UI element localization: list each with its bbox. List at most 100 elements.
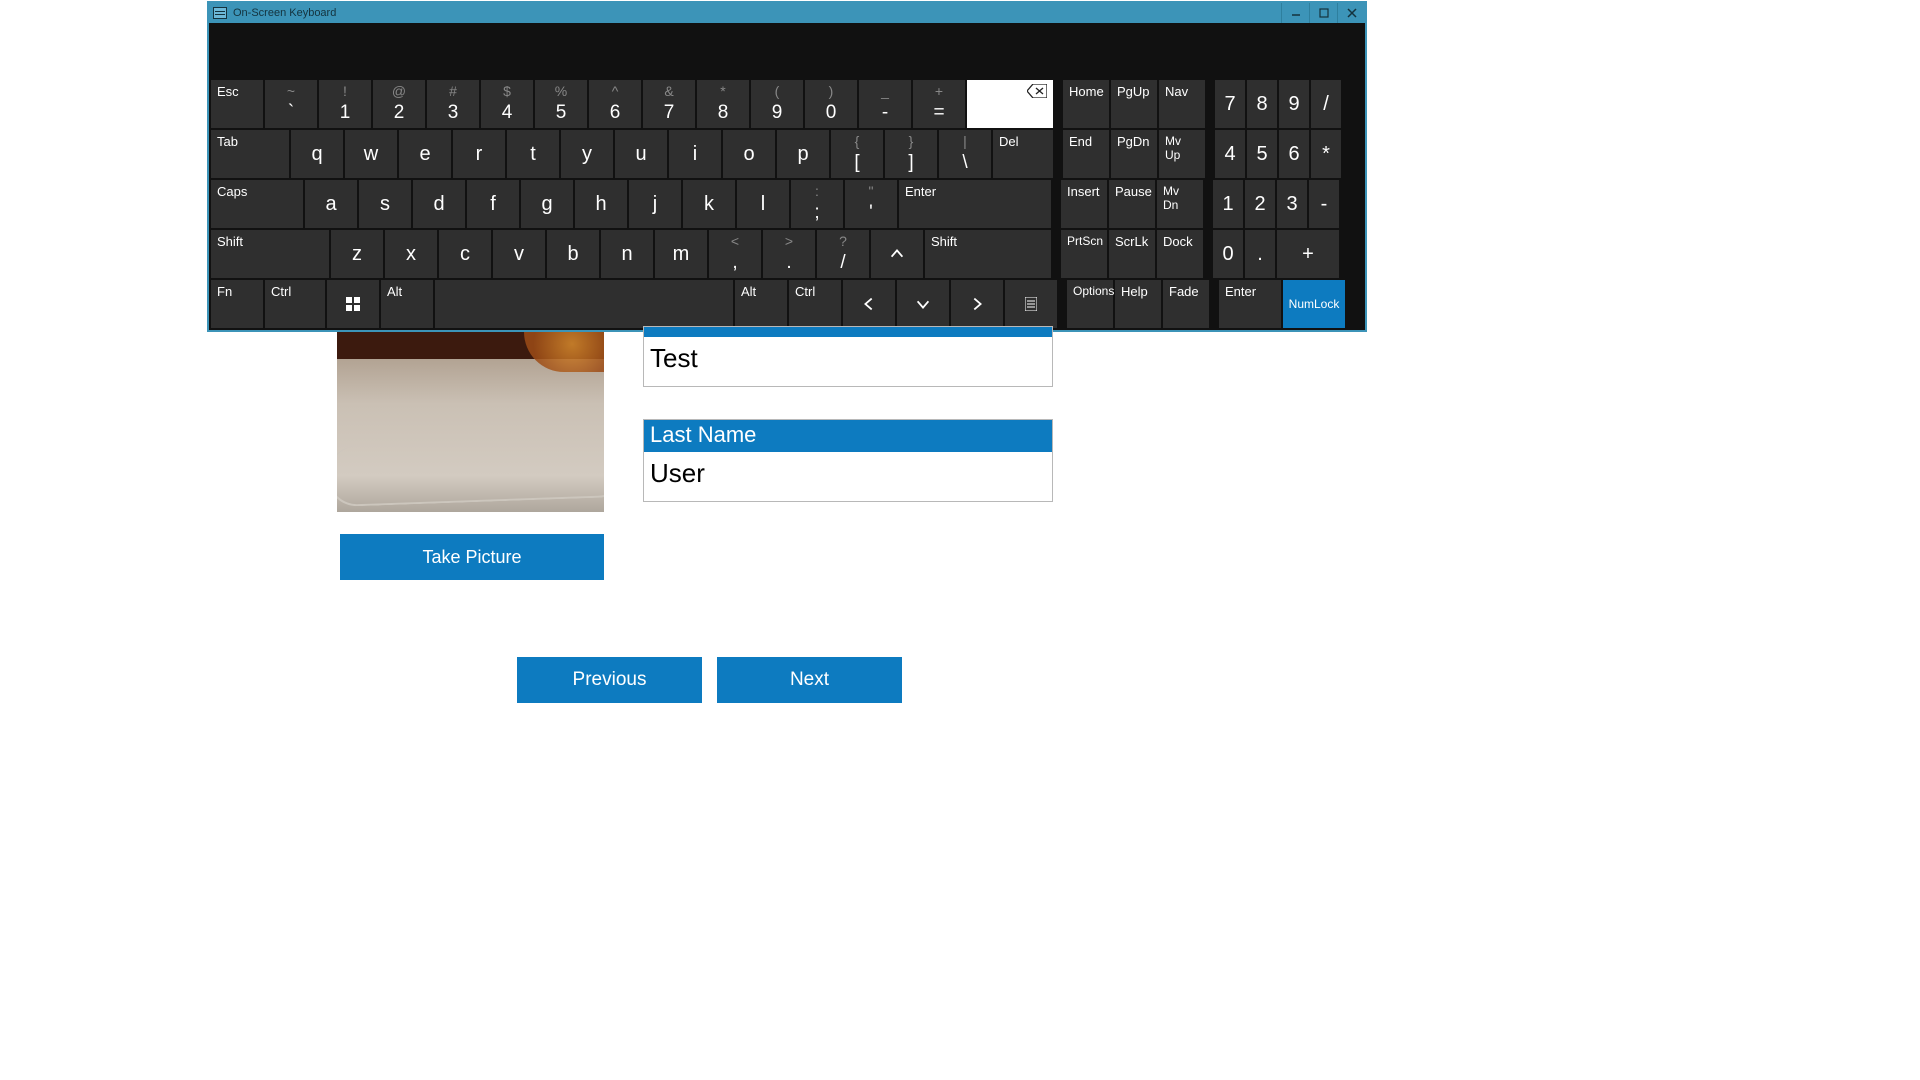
osk-titlebar[interactable]: On-Screen Keyboard xyxy=(209,3,1365,23)
key-5[interactable]: %5 xyxy=(535,80,587,128)
key-0[interactable]: )0 xyxy=(805,80,857,128)
key-k[interactable]: k xyxy=(683,180,735,228)
numpad-multiply[interactable]: * xyxy=(1311,130,1341,178)
key-options[interactable]: Options xyxy=(1067,280,1113,328)
key-esc[interactable]: Esc xyxy=(211,80,263,128)
key-menu[interactable] xyxy=(1005,280,1057,328)
next-button[interactable]: Next xyxy=(717,657,902,703)
minimize-button[interactable] xyxy=(1281,3,1309,23)
numpad-enter[interactable]: Enter xyxy=(1219,280,1281,328)
maximize-button[interactable] xyxy=(1309,3,1337,23)
key-backslash[interactable]: |\ xyxy=(939,130,991,178)
key-pause[interactable]: Pause xyxy=(1109,180,1155,228)
key-windows[interactable] xyxy=(327,280,379,328)
key-minus[interactable]: _- xyxy=(859,80,911,128)
key-shift-right[interactable]: Shift xyxy=(925,230,1051,278)
key-backtick[interactable]: ~` xyxy=(265,80,317,128)
numpad-7[interactable]: 7 xyxy=(1215,80,1245,128)
key-left-bracket[interactable]: {[ xyxy=(831,130,883,178)
numpad-subtract[interactable]: - xyxy=(1309,180,1339,228)
key-v[interactable]: v xyxy=(493,230,545,278)
key-dock[interactable]: Dock xyxy=(1157,230,1203,278)
key-tab[interactable]: Tab xyxy=(211,130,289,178)
key-home[interactable]: Home xyxy=(1063,80,1109,128)
key-8[interactable]: *8 xyxy=(697,80,749,128)
key-prtscn[interactable]: PrtScn xyxy=(1061,230,1107,278)
numpad-6[interactable]: 6 xyxy=(1279,130,1309,178)
key-space[interactable] xyxy=(435,280,733,328)
key-mvup[interactable]: Mv Up xyxy=(1159,130,1205,178)
key-equals[interactable]: += xyxy=(913,80,965,128)
key-n[interactable]: n xyxy=(601,230,653,278)
key-y[interactable]: y xyxy=(561,130,613,178)
key-x[interactable]: x xyxy=(385,230,437,278)
key-6[interactable]: ^6 xyxy=(589,80,641,128)
key-nav[interactable]: Nav xyxy=(1159,80,1205,128)
numpad-8[interactable]: 8 xyxy=(1247,80,1277,128)
key-e[interactable]: e xyxy=(399,130,451,178)
numpad-1[interactable]: 1 xyxy=(1213,180,1243,228)
key-1[interactable]: !1 xyxy=(319,80,371,128)
numpad-3[interactable]: 3 xyxy=(1277,180,1307,228)
key-end[interactable]: End xyxy=(1063,130,1109,178)
key-3[interactable]: #3 xyxy=(427,80,479,128)
key-semicolon[interactable]: :; xyxy=(791,180,843,228)
numpad-add[interactable]: + xyxy=(1277,230,1339,278)
key-shift-left[interactable]: Shift xyxy=(211,230,329,278)
numpad-divide[interactable]: / xyxy=(1311,80,1341,128)
key-z[interactable]: z xyxy=(331,230,383,278)
key-j[interactable]: j xyxy=(629,180,681,228)
key-ctrl-left[interactable]: Ctrl xyxy=(265,280,325,328)
key-o[interactable]: o xyxy=(723,130,775,178)
numpad-2[interactable]: 2 xyxy=(1245,180,1275,228)
key-g[interactable]: g xyxy=(521,180,573,228)
key-a[interactable]: a xyxy=(305,180,357,228)
numpad-4[interactable]: 4 xyxy=(1215,130,1245,178)
key-c[interactable]: c xyxy=(439,230,491,278)
key-t[interactable]: t xyxy=(507,130,559,178)
key-arrow-left[interactable] xyxy=(843,280,895,328)
key-pgdn[interactable]: PgDn xyxy=(1111,130,1157,178)
key-i[interactable]: i xyxy=(669,130,721,178)
key-alt-left[interactable]: Alt xyxy=(381,280,433,328)
key-9[interactable]: (9 xyxy=(751,80,803,128)
key-7[interactable]: &7 xyxy=(643,80,695,128)
key-f[interactable]: f xyxy=(467,180,519,228)
take-picture-button[interactable]: Take Picture xyxy=(340,534,604,580)
key-arrow-right[interactable] xyxy=(951,280,1003,328)
key-pgup[interactable]: PgUp xyxy=(1111,80,1157,128)
key-s[interactable]: s xyxy=(359,180,411,228)
key-2[interactable]: @2 xyxy=(373,80,425,128)
numpad-0[interactable]: 0 xyxy=(1213,230,1243,278)
key-fade[interactable]: Fade xyxy=(1163,280,1209,328)
key-right-bracket[interactable]: }] xyxy=(885,130,937,178)
key-enter[interactable]: Enter xyxy=(899,180,1051,228)
close-button[interactable] xyxy=(1337,3,1365,23)
key-quote[interactable]: "' xyxy=(845,180,897,228)
key-insert[interactable]: Insert xyxy=(1061,180,1107,228)
key-b[interactable]: b xyxy=(547,230,599,278)
key-del[interactable]: Del xyxy=(993,130,1053,178)
key-r[interactable]: r xyxy=(453,130,505,178)
key-scrlk[interactable]: ScrLk xyxy=(1109,230,1155,278)
key-l[interactable]: l xyxy=(737,180,789,228)
key-help[interactable]: Help xyxy=(1115,280,1161,328)
key-ctrl-right[interactable]: Ctrl xyxy=(789,280,841,328)
key-comma[interactable]: <, xyxy=(709,230,761,278)
key-mvdn[interactable]: Mv Dn xyxy=(1157,180,1203,228)
key-period[interactable]: >. xyxy=(763,230,815,278)
key-alt-right[interactable]: Alt xyxy=(735,280,787,328)
key-m[interactable]: m xyxy=(655,230,707,278)
key-d[interactable]: d xyxy=(413,180,465,228)
key-h[interactable]: h xyxy=(575,180,627,228)
key-arrow-up[interactable] xyxy=(871,230,923,278)
last-name-input[interactable] xyxy=(644,452,1052,501)
key-slash[interactable]: ?/ xyxy=(817,230,869,278)
key-caps[interactable]: Caps xyxy=(211,180,303,228)
first-name-input[interactable] xyxy=(644,337,1052,386)
key-q[interactable]: q xyxy=(291,130,343,178)
numpad-9[interactable]: 9 xyxy=(1279,80,1309,128)
numpad-decimal[interactable]: . xyxy=(1245,230,1275,278)
key-backspace[interactable] xyxy=(967,80,1053,128)
key-p[interactable]: p xyxy=(777,130,829,178)
